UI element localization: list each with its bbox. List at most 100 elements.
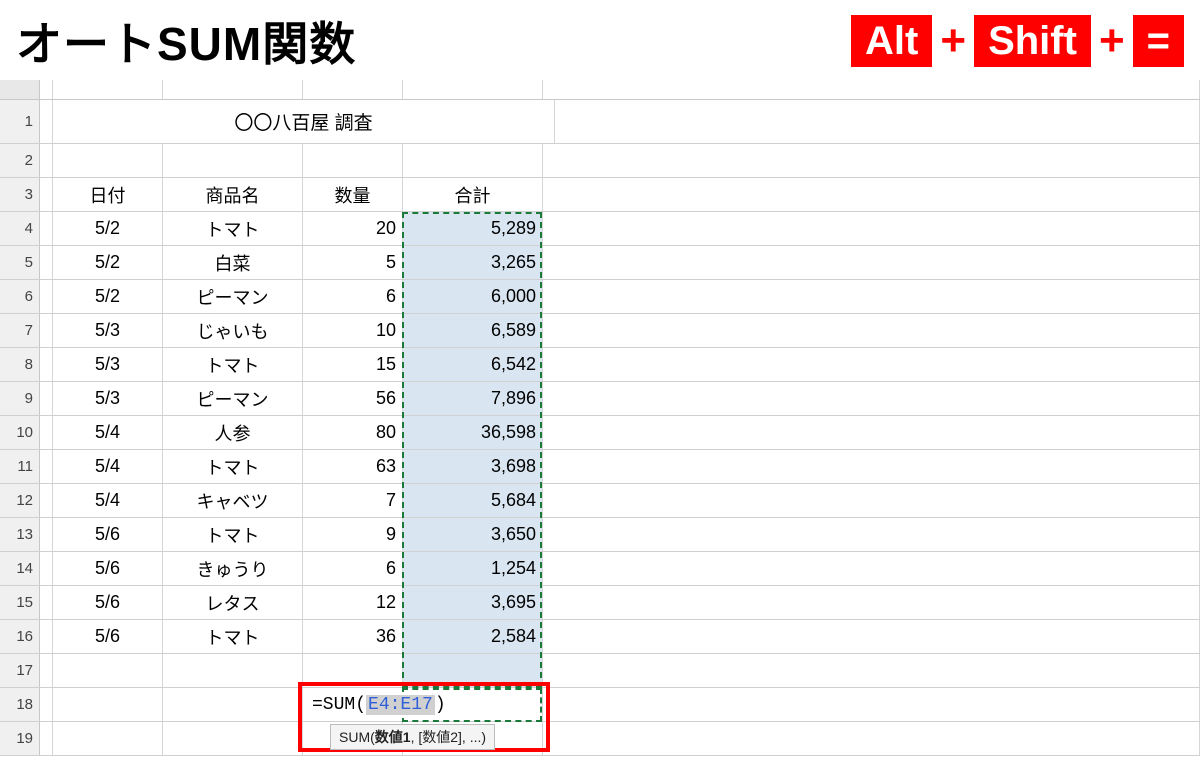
cell-qty[interactable]: 15 [303,348,403,381]
cell[interactable] [543,586,1200,619]
cell-product[interactable]: トマト [163,348,303,381]
cell[interactable] [40,382,53,415]
row-header[interactable]: 11 [0,450,40,483]
cell[interactable] [40,246,53,279]
cell-qty[interactable]: 80 [303,416,403,449]
cell[interactable] [40,450,53,483]
cell[interactable] [40,178,53,211]
cell[interactable] [543,688,1200,721]
cell-date[interactable]: 5/3 [53,314,163,347]
cell[interactable] [40,314,53,347]
row-header[interactable]: 1 [0,100,40,143]
cell-sum[interactable]: 3,265 [403,246,543,279]
row-header[interactable]: 19 [0,722,40,755]
cell-sum[interactable]: 7,896 [403,382,543,415]
spreadsheet[interactable]: 1 〇〇八百屋 調査 2 3 日付 商品名 数量 合計 45/2トマト205,2… [0,80,1200,777]
cell[interactable] [40,722,53,755]
cell-product[interactable]: キャベツ [163,484,303,517]
cell[interactable] [403,144,543,177]
cell[interactable] [543,144,1200,177]
cell[interactable] [53,722,163,755]
cell-sum[interactable]: 2,584 [403,620,543,653]
row-header[interactable]: 10 [0,416,40,449]
row-header[interactable]: 7 [0,314,40,347]
row-header[interactable]: 9 [0,382,40,415]
cell-sum[interactable]: 6,542 [403,348,543,381]
cell[interactable] [543,450,1200,483]
cell-sum[interactable]: 6,589 [403,314,543,347]
cell-qty[interactable]: 20 [303,212,403,245]
cell[interactable] [40,484,53,517]
column-header-product[interactable]: 商品名 [163,178,303,211]
row-header[interactable]: 8 [0,348,40,381]
cell[interactable] [53,688,163,721]
row-header[interactable]: 3 [0,178,40,211]
cell[interactable] [53,144,163,177]
cell-date[interactable]: 5/6 [53,586,163,619]
cell-qty[interactable]: 56 [303,382,403,415]
cell[interactable] [543,314,1200,347]
cell-qty[interactable]: 6 [303,280,403,313]
cell-product[interactable]: きゅうり [163,552,303,585]
cell-sum[interactable]: 3,698 [403,450,543,483]
cell-product[interactable]: トマト [163,212,303,245]
cell-qty[interactable]: 10 [303,314,403,347]
cell-sum[interactable]: 5,684 [403,484,543,517]
cell-product[interactable]: レタス [163,586,303,619]
cell[interactable] [40,654,53,687]
cell[interactable] [543,416,1200,449]
cell-date[interactable]: 5/4 [53,416,163,449]
cell[interactable] [40,518,53,551]
cell[interactable] [53,654,163,687]
cell-date[interactable]: 5/6 [53,552,163,585]
row-header[interactable]: 15 [0,586,40,619]
cell-date[interactable]: 5/2 [53,280,163,313]
cell-date[interactable]: 5/3 [53,348,163,381]
sheet-title-cell[interactable]: 〇〇八百屋 調査 [53,100,555,143]
cell[interactable] [543,654,1200,687]
cell[interactable] [40,212,53,245]
cell[interactable] [303,144,403,177]
cell-sum[interactable]: 36,598 [403,416,543,449]
cell[interactable] [163,144,303,177]
cell-product[interactable]: トマト [163,518,303,551]
cell[interactable] [40,348,53,381]
cell[interactable] [543,552,1200,585]
cell[interactable] [543,382,1200,415]
row-header[interactable]: 16 [0,620,40,653]
cell[interactable] [40,552,53,585]
cell-product[interactable]: トマト [163,450,303,483]
cell[interactable] [40,280,53,313]
cell[interactable] [40,100,53,143]
column-header-sum[interactable]: 合計 [403,178,543,211]
column-header-date[interactable]: 日付 [53,178,163,211]
cell-qty[interactable]: 7 [303,484,403,517]
cell-date[interactable]: 5/6 [53,620,163,653]
cell-product[interactable]: 人参 [163,416,303,449]
row-header[interactable]: 6 [0,280,40,313]
cell[interactable] [40,416,53,449]
row-header[interactable]: 4 [0,212,40,245]
row-header[interactable]: 18 [0,688,40,721]
cell-product[interactable]: ピーマン [163,382,303,415]
cell[interactable] [543,484,1200,517]
cell[interactable] [163,654,303,687]
cell-qty[interactable]: 5 [303,246,403,279]
cell[interactable] [40,586,53,619]
cell[interactable] [543,518,1200,551]
cell[interactable] [40,144,53,177]
cell[interactable] [555,100,1200,143]
column-header-qty[interactable]: 数量 [303,178,403,211]
cell-qty[interactable]: 12 [303,586,403,619]
cell-product[interactable]: トマト [163,620,303,653]
cell-sum[interactable]: 5,289 [403,212,543,245]
select-all-corner[interactable] [0,80,40,99]
cell[interactable] [543,722,1200,755]
cell[interactable] [543,178,1200,211]
cell-qty[interactable]: 9 [303,518,403,551]
row-header[interactable]: 14 [0,552,40,585]
cell[interactable] [40,688,53,721]
cell-sum[interactable]: 3,650 [403,518,543,551]
cell-date[interactable]: 5/4 [53,484,163,517]
row-header[interactable]: 2 [0,144,40,177]
